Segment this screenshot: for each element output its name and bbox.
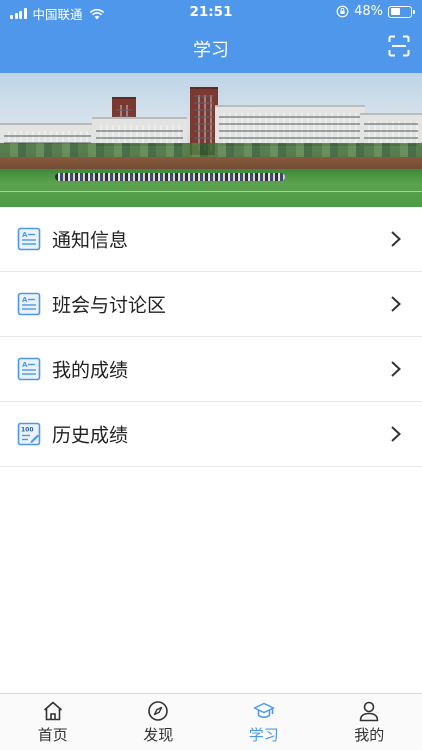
graduation-cap-icon — [253, 702, 274, 718]
menu-item-class-discussion[interactable]: A 班会与讨论区 — [0, 272, 422, 337]
top-bar: 中国联通 21:51 48% 学习 — [0, 0, 422, 73]
tab-label: 首页 — [37, 726, 68, 744]
scan-icon[interactable] — [388, 35, 410, 57]
chevron-right-icon — [391, 231, 401, 247]
menu-item-label: 历史成绩 — [52, 424, 129, 447]
tab-label: 我的 — [354, 726, 385, 744]
score-history-icon: 100 — [17, 422, 41, 446]
menu-item-my-grades[interactable]: A 我的成绩 — [0, 337, 422, 402]
tab-home[interactable]: 首页 — [0, 694, 106, 750]
grades-document-icon: A — [17, 357, 41, 381]
menu-item-label: 我的成绩 — [52, 359, 129, 382]
battery-icon — [388, 5, 415, 18]
compass-icon — [148, 701, 169, 721]
status-bar: 中国联通 21:51 48% — [0, 0, 422, 24]
tab-discover[interactable]: 发现 — [106, 694, 212, 750]
svg-text:A: A — [22, 361, 28, 369]
tab-me[interactable]: 我的 — [317, 694, 422, 750]
battery-percent: 48% — [354, 4, 383, 19]
chevron-right-icon — [391, 296, 401, 312]
tab-study[interactable]: 学习 — [211, 694, 317, 750]
svg-text:A: A — [22, 231, 28, 239]
discussion-document-icon: A — [17, 292, 41, 316]
home-icon — [43, 701, 62, 721]
chevron-right-icon — [391, 361, 401, 377]
tab-label: 学习 — [248, 726, 279, 744]
menu-list: A 通知信息 A 班会与讨论区 A 我的成绩 100 历史成绩 — [0, 207, 422, 467]
svg-text:100: 100 — [21, 427, 34, 434]
person-icon — [359, 701, 379, 722]
menu-item-notices[interactable]: A 通知信息 — [0, 207, 422, 272]
menu-item-grade-history[interactable]: 100 历史成绩 — [0, 402, 422, 467]
tab-bar: 首页 发现 学习 我的 — [0, 693, 422, 750]
menu-item-label: 班会与讨论区 — [52, 294, 167, 317]
menu-item-label: 通知信息 — [52, 229, 129, 252]
page-title: 学习 — [193, 40, 229, 61]
notice-document-icon: A — [17, 227, 41, 251]
rotation-lock-icon — [336, 5, 349, 18]
svg-text:A: A — [22, 296, 28, 304]
tab-label: 发现 — [143, 726, 174, 744]
campus-banner-image — [0, 73, 422, 207]
chevron-right-icon — [391, 426, 401, 442]
